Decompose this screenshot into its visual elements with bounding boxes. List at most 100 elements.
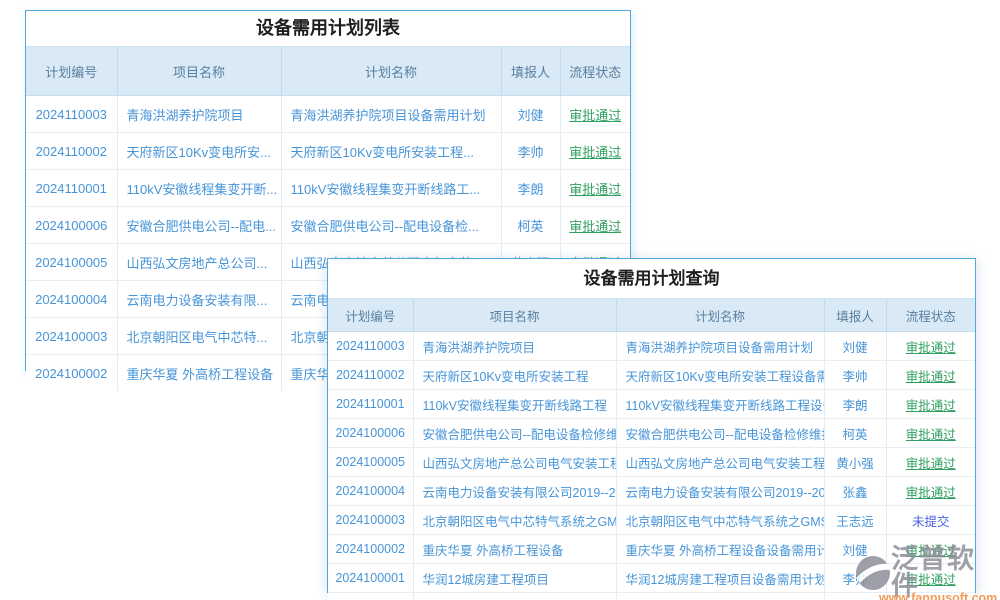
status-link[interactable]: 审批通过 bbox=[886, 361, 975, 390]
reporter-name: 刘健 bbox=[824, 535, 886, 564]
plan-id-link[interactable]: 2024100004 bbox=[26, 281, 117, 318]
plan-name-link[interactable]: 天府新区10Kv变电所安装工程设备需用计划 bbox=[616, 361, 824, 390]
plan-id-link[interactable]: 2024100006 bbox=[26, 207, 117, 244]
table-row[interactable]: 2024110003青海洪湖养护院项目青海洪湖养护院项目设备需用计划刘健审批通过 bbox=[328, 332, 975, 361]
project-name-link[interactable]: 重庆华夏 外高桥工程设备 bbox=[117, 355, 281, 392]
column-header: 填报人 bbox=[824, 299, 886, 332]
table-row[interactable]: 2024110002天府新区10Kv变电所安...天府新区10Kv变电所安装工程… bbox=[26, 133, 630, 170]
project-name-link[interactable]: 云南电力设备安装有限公司2019--2020 bbox=[413, 477, 616, 506]
table-row[interactable]: 2024110002天府新区10Kv变电所安装工程天府新区10Kv变电所安装工程… bbox=[328, 361, 975, 390]
project-name-link[interactable]: 安徽合肥供电公司--配电设备检修维护 bbox=[413, 419, 616, 448]
project-name-link[interactable]: 广佛高速 bbox=[413, 593, 616, 600]
project-name-link[interactable]: 天府新区10Kv变电所安... bbox=[117, 133, 281, 170]
project-name-link[interactable]: 天府新区10Kv变电所安装工程 bbox=[413, 361, 616, 390]
column-header: 计划名称 bbox=[281, 47, 501, 96]
plan-name-link[interactable]: 安徽合肥供电公司--配电设备检... bbox=[281, 207, 501, 244]
project-name-link[interactable]: 青海洪湖养护院项目 bbox=[117, 96, 281, 133]
plan-name-link[interactable]: 天府新区10Kv变电所安装工程... bbox=[281, 133, 501, 170]
plan-id-link[interactable]: 2024100005 bbox=[328, 448, 413, 477]
table-row[interactable]: 2024100004云南电力设备安装有限公司2019--2020云南电力设备安装… bbox=[328, 477, 975, 506]
table-row[interactable]: 2024110001110kV安徽线程集变开断...110kV安徽线程集变开断线… bbox=[26, 170, 630, 207]
plan-name-link[interactable]: 安徽合肥供电公司--配电设备检修维护设备需用计划 bbox=[616, 419, 824, 448]
status-link[interactable]: 审批通过 bbox=[560, 96, 630, 133]
plan-name-link[interactable]: 重庆华夏 外高桥工程设备设备需用计划 bbox=[616, 535, 824, 564]
project-name-link[interactable]: 北京朝阳区电气中芯特气系统之GMS bbox=[413, 506, 616, 535]
plan-name-link[interactable]: 云南电力设备安装有限公司2019--2020设备需用计划 bbox=[616, 477, 824, 506]
table-row[interactable]: 2024100006安徽合肥供电公司--配电...安徽合肥供电公司--配电设备检… bbox=[26, 207, 630, 244]
reporter-name: 柯英 bbox=[824, 419, 886, 448]
project-name-link[interactable]: 110kV安徽线程集变开断... bbox=[117, 170, 281, 207]
column-header: 计划编号 bbox=[26, 47, 117, 96]
status-link[interactable]: 未提交 bbox=[886, 506, 975, 535]
plan-id-link[interactable]: 2024110002 bbox=[26, 133, 117, 170]
reporter-name: 李帅 bbox=[824, 361, 886, 390]
status-link[interactable]: 审批通过 bbox=[560, 207, 630, 244]
plan-id-link[interactable]: 2024100002 bbox=[26, 355, 117, 392]
plan-name-link[interactable]: 广佛高速设备需用计划2 bbox=[616, 593, 824, 600]
status-link[interactable]: 审批通过 bbox=[886, 535, 975, 564]
table-row[interactable]: 2024100005山西弘文房地产总公司电气安装工程山西弘文房地产总公司电气安装… bbox=[328, 448, 975, 477]
plan-id-link[interactable]: 2024100006 bbox=[328, 419, 413, 448]
project-name-link[interactable]: 安徽合肥供电公司--配电... bbox=[117, 207, 281, 244]
reporter-name: 王志远 bbox=[824, 506, 886, 535]
reporter-name: 李朗 bbox=[824, 390, 886, 419]
header-row: 计划编号项目名称计划名称填报人流程状态 bbox=[26, 47, 630, 96]
plan-name-link[interactable]: 北京朝阳区电气中芯特气系统之GMS设备需用计划 bbox=[616, 506, 824, 535]
status-link[interactable]: 审批通过 bbox=[886, 564, 975, 593]
plan-id-link[interactable]: 2024110001 bbox=[328, 390, 413, 419]
status-link[interactable]: 审批通过 bbox=[886, 593, 975, 600]
plan-id-link[interactable]: 2024100005 bbox=[26, 244, 117, 281]
project-name-link[interactable]: 青海洪湖养护院项目 bbox=[413, 332, 616, 361]
project-name-link[interactable]: 重庆华夏 外高桥工程设备 bbox=[413, 535, 616, 564]
plan-name-link[interactable]: 110kV安徽线程集变开断线路工程设备需用计划 bbox=[616, 390, 824, 419]
plan-id-link[interactable]: 2024110003 bbox=[328, 332, 413, 361]
status-link[interactable]: 审批通过 bbox=[886, 419, 975, 448]
plan-id-link[interactable]: 2024110002 bbox=[328, 361, 413, 390]
plan-id-link[interactable]: 2024100004 bbox=[328, 477, 413, 506]
reporter-name: 李朗 bbox=[824, 593, 886, 600]
plan-query-table: 计划编号项目名称计划名称填报人流程状态 2024110003青海洪湖养护院项目青… bbox=[328, 299, 975, 600]
reporter-name: 李朗 bbox=[501, 170, 560, 207]
table-row[interactable]: 2024100002重庆华夏 外高桥工程设备重庆华夏 外高桥工程设备设备需用计划… bbox=[328, 535, 975, 564]
table-row[interactable]: 2024110003青海洪湖养护院项目青海洪湖养护院项目设备需用计划刘健审批通过 bbox=[26, 96, 630, 133]
screen: 设备需用计划列表 计划编号项目名称计划名称填报人流程状态 2024110003青… bbox=[0, 0, 1000, 600]
status-link[interactable]: 审批通过 bbox=[886, 477, 975, 506]
plan-name-link[interactable]: 华润12城房建工程项目设备需用计划2 bbox=[616, 564, 824, 593]
table-row[interactable]: 2024110001110kV安徽线程集变开断线路工程110kV安徽线程集变开断… bbox=[328, 390, 975, 419]
project-name-link[interactable]: 110kV安徽线程集变开断线路工程 bbox=[413, 390, 616, 419]
plan-name-link[interactable]: 110kV安徽线程集变开断线路工... bbox=[281, 170, 501, 207]
reporter-name: 李帅 bbox=[501, 133, 560, 170]
table-row[interactable]: 2024090003广佛高速广佛高速设备需用计划2李朗审批通过 bbox=[328, 593, 975, 600]
column-header: 填报人 bbox=[501, 47, 560, 96]
plan-name-link[interactable]: 山西弘文房地产总公司电气安装工程设备需用计划 bbox=[616, 448, 824, 477]
project-name-link[interactable]: 云南电力设备安装有限... bbox=[117, 281, 281, 318]
table-row[interactable]: 2024100001华润12城房建工程项目华润12城房建工程项目设备需用计划2李… bbox=[328, 564, 975, 593]
reporter-name: 刘健 bbox=[824, 332, 886, 361]
project-name-link[interactable]: 山西弘文房地产总公司... bbox=[117, 244, 281, 281]
plan-id-link[interactable]: 2024110003 bbox=[26, 96, 117, 133]
plan-id-link[interactable]: 2024100003 bbox=[26, 318, 117, 355]
project-name-link[interactable]: 华润12城房建工程项目 bbox=[413, 564, 616, 593]
plan-id-link[interactable]: 2024100002 bbox=[328, 535, 413, 564]
plan-query-window: 设备需用计划查询 计划编号项目名称计划名称填报人流程状态 2024110003青… bbox=[327, 258, 976, 593]
column-header: 计划编号 bbox=[328, 299, 413, 332]
plan-list-title: 设备需用计划列表 bbox=[26, 11, 630, 47]
status-link[interactable]: 审批通过 bbox=[886, 390, 975, 419]
status-link[interactable]: 审批通过 bbox=[560, 170, 630, 207]
status-link[interactable]: 审批通过 bbox=[560, 133, 630, 170]
reporter-name: 柯英 bbox=[501, 207, 560, 244]
plan-id-link[interactable]: 2024090003 bbox=[328, 593, 413, 600]
plan-name-link[interactable]: 青海洪湖养护院项目设备需用计划 bbox=[616, 332, 824, 361]
status-link[interactable]: 审批通过 bbox=[886, 448, 975, 477]
plan-id-link[interactable]: 2024100001 bbox=[328, 564, 413, 593]
table-row[interactable]: 2024100003北京朝阳区电气中芯特气系统之GMS北京朝阳区电气中芯特气系统… bbox=[328, 506, 975, 535]
status-link[interactable]: 审批通过 bbox=[886, 332, 975, 361]
project-name-link[interactable]: 山西弘文房地产总公司电气安装工程 bbox=[413, 448, 616, 477]
plan-id-link[interactable]: 2024100003 bbox=[328, 506, 413, 535]
header-row: 计划编号项目名称计划名称填报人流程状态 bbox=[328, 299, 975, 332]
table-row[interactable]: 2024100006安徽合肥供电公司--配电设备检修维护安徽合肥供电公司--配电… bbox=[328, 419, 975, 448]
plan-name-link[interactable]: 青海洪湖养护院项目设备需用计划 bbox=[281, 96, 501, 133]
column-header: 流程状态 bbox=[886, 299, 975, 332]
project-name-link[interactable]: 北京朝阳区电气中芯特... bbox=[117, 318, 281, 355]
plan-id-link[interactable]: 2024110001 bbox=[26, 170, 117, 207]
